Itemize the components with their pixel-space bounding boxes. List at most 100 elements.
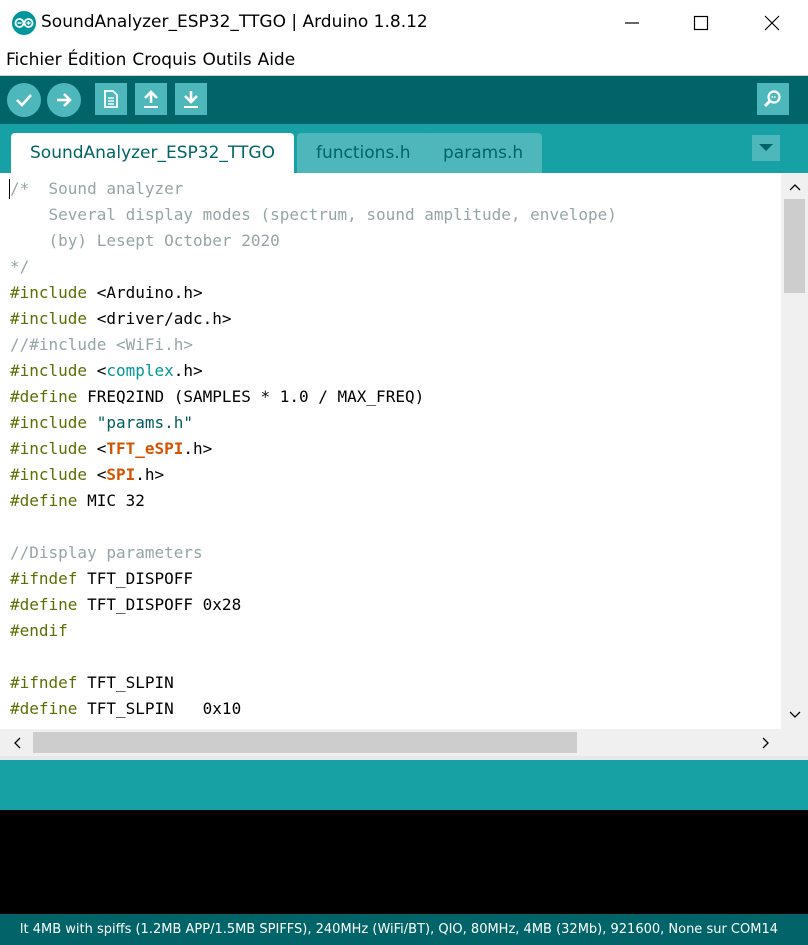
code-token: < (87, 465, 107, 484)
code-token: #ifndef (10, 569, 78, 588)
scroll-up-arrow-icon[interactable] (789, 182, 801, 192)
scroll-down-arrow-icon[interactable] (789, 710, 801, 720)
title-bar: SoundAnalyzer_ESP32_TTGO | Arduino 1.8.1… (0, 0, 808, 46)
tab-params-h[interactable]: params.h (424, 133, 543, 173)
code-token: FREQ2IND (SAMPLES * 1.0 / MAX_FREQ) (77, 387, 425, 406)
upload-button[interactable] (47, 83, 81, 117)
code-token: #include (10, 465, 88, 484)
code-token: .h> (183, 439, 213, 458)
code-token: #define (10, 491, 78, 510)
code-line: (by) Lesept October 2020 (10, 228, 617, 254)
code-token: TFT_SLPIN (77, 673, 174, 692)
code-line: #define TFT_SLPIN 0x10 (10, 696, 617, 722)
arduino-logo-icon (12, 11, 36, 35)
new-sketch-icon (104, 90, 118, 108)
code-token: .h> (135, 465, 165, 484)
code-line: #endif (10, 618, 617, 644)
code-line: #include <driver/adc.h> (10, 306, 617, 332)
menu-fichier[interactable]: Fichier (0, 46, 65, 75)
scrollbar-corner (781, 729, 808, 756)
board-info-bar: lt 4MB with spiffs (1.2MB APP/1.5MB SPIF… (0, 914, 808, 945)
verify-button[interactable] (7, 83, 41, 117)
window-title: SoundAnalyzer_ESP32_TTGO | Arduino 1.8.1… (41, 12, 428, 32)
code-token: TFT_DISPOFF 0x28 (77, 595, 242, 614)
code-token: #include (10, 413, 88, 432)
menu-bar: Fichier Édition Croquis Outils Aide (0, 46, 808, 76)
code-line: Several display modes (spectrum, sound a… (10, 202, 617, 228)
verify-check-icon (16, 94, 32, 107)
code-token: MIC 32 (77, 491, 145, 510)
tab-functions-h[interactable]: functions.h (297, 133, 430, 173)
minimize-icon (625, 22, 639, 24)
code-token: < (87, 439, 107, 458)
tab-bar: SoundAnalyzer_ESP32_TTGO functions.h par… (0, 124, 808, 173)
horizontal-scrollbar[interactable] (0, 729, 781, 756)
code-token: #include (10, 283, 88, 302)
code-line: */ (10, 254, 617, 280)
code-token: #define (10, 387, 78, 406)
code-line: #define FREQ2IND (SAMPLES * 1.0 / MAX_FR… (10, 384, 617, 410)
console-output[interactable] (0, 810, 808, 914)
menu-aide[interactable]: Aide (255, 46, 299, 75)
horizontal-scroll-thumb[interactable] (33, 732, 577, 753)
upload-arrow-icon (57, 93, 72, 107)
close-icon (764, 15, 780, 31)
scroll-right-arrow-icon[interactable] (761, 737, 771, 749)
maximize-icon (693, 15, 709, 31)
code-token: SPI (106, 465, 136, 484)
code-token: "params.h" (96, 413, 194, 432)
toolbar (0, 76, 808, 124)
tab-soundanalyzer[interactable]: SoundAnalyzer_ESP32_TTGO (11, 133, 294, 173)
scroll-left-arrow-icon[interactable] (12, 737, 22, 749)
code-token: (by) Lesept October 2020 (10, 231, 280, 250)
vertical-scroll-thumb[interactable] (784, 199, 805, 293)
open-button[interactable] (135, 83, 167, 115)
code-line: #include <complex.h> (10, 358, 617, 384)
code-token: #include (10, 309, 88, 328)
code-line: #ifndef TFT_DISPOFF (10, 566, 617, 592)
save-arrow-down-icon (184, 91, 198, 108)
code-line: #include <Arduino.h> (10, 280, 617, 306)
code-line: #include <SPI.h> (10, 462, 617, 488)
new-button[interactable] (95, 83, 127, 115)
minimize-button[interactable] (609, 0, 655, 46)
code-line: //#include <WiFi.h> (10, 332, 617, 358)
vertical-scrollbar[interactable] (781, 173, 808, 729)
code-line: //Display parameters (10, 540, 617, 566)
menu-outils[interactable]: Outils (199, 46, 254, 75)
chevron-down-icon (759, 144, 773, 151)
tab-menu-button[interactable] (752, 135, 780, 161)
code-line: /* Sound analyzer (10, 176, 617, 202)
code-token: #define (10, 595, 78, 614)
code-line: #define TFT_DISPOFF 0x28 (10, 592, 617, 618)
board-info-text: lt 4MB with spiffs (1.2MB APP/1.5MB SPIF… (19, 922, 778, 937)
serial-monitor-button[interactable] (757, 83, 789, 115)
code-token: #define (10, 699, 78, 718)
code-line: #define MIC 32 (10, 488, 617, 514)
save-button[interactable] (175, 83, 207, 115)
menu-croquis[interactable]: Croquis (129, 46, 199, 75)
code-content: /* Sound analyzer Several display modes … (10, 176, 617, 722)
menu-edition[interactable]: Édition (65, 46, 130, 75)
serial-monitor-magnifier-icon (763, 90, 781, 108)
code-token: #include (10, 361, 88, 380)
code-token: <Arduino.h> (87, 283, 203, 302)
code-token: //Display parameters (10, 543, 203, 562)
maximize-button[interactable] (678, 0, 724, 46)
code-token: TFT_SLPIN 0x10 (77, 699, 242, 718)
code-token: #endif (10, 621, 68, 640)
code-token: /* Sound analyzer (10, 179, 184, 198)
code-editor[interactable]: /* Sound analyzer Several display modes … (0, 173, 781, 729)
code-token: complex (106, 361, 174, 380)
code-token: */ (10, 257, 30, 276)
code-token: < (87, 361, 107, 380)
code-token: Several display modes (spectrum, sound a… (10, 205, 617, 224)
close-button[interactable] (749, 0, 795, 46)
code-token: TFT_DISPOFF (77, 569, 194, 588)
code-token: TFT_eSPI (106, 439, 184, 458)
code-token: #ifndef (10, 673, 78, 692)
code-line: #ifndef TFT_SLPIN (10, 670, 617, 696)
